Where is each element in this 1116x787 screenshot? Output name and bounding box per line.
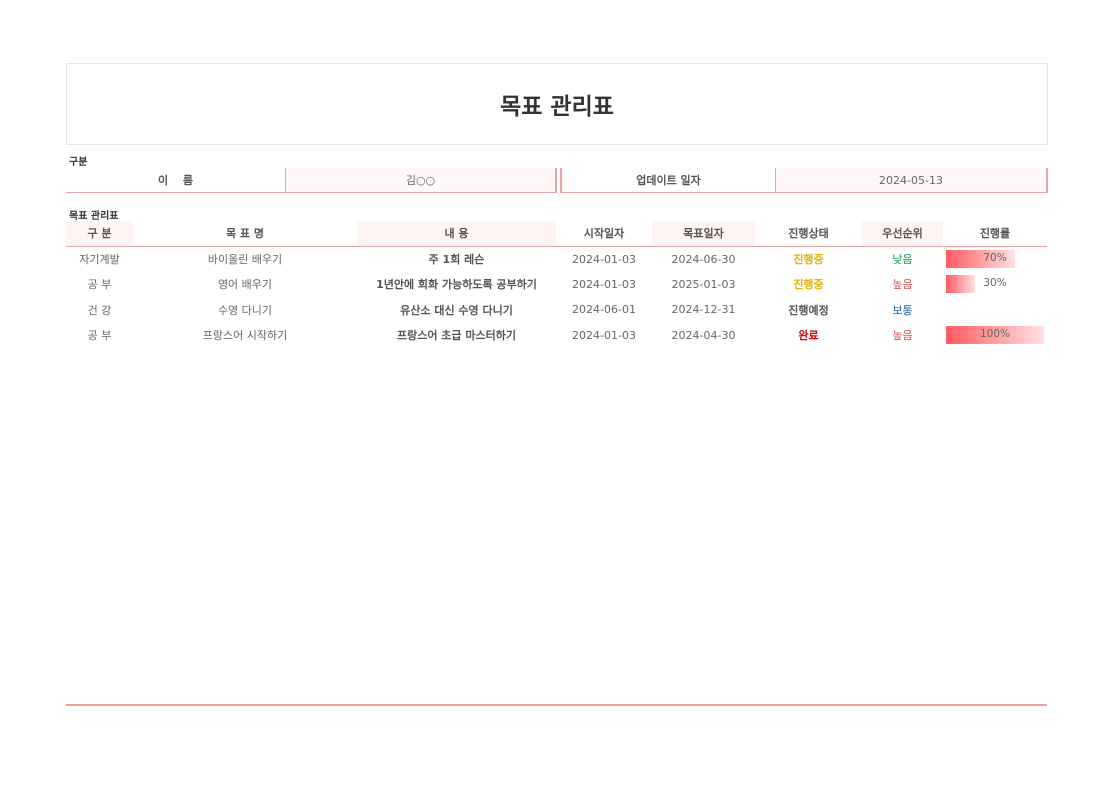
- progress-label: 70%: [983, 252, 1007, 264]
- category-cell: 공 부: [87, 278, 112, 292]
- category-cell: 공 부: [87, 329, 112, 343]
- description-cell: 유산소 대신 수영 다니기: [400, 303, 513, 317]
- status-cell: 진행예정: [788, 303, 829, 317]
- progress-cell: 100%: [943, 323, 1047, 349]
- priority-cell: 높음: [892, 329, 913, 343]
- target-date-cell: 2024-06-30: [671, 252, 736, 266]
- section-label-goals: 목표 관리표: [69, 211, 119, 222]
- goal-name-cell: 수영 다니기: [217, 303, 273, 317]
- target-date-cell: 2025-01-03: [671, 277, 736, 291]
- name-label: 이 름: [66, 168, 285, 193]
- table-row: 자기계발 바이올린 배우기 주 1회 레슨 2024-01-03 2024-06-30 진…: [66, 246, 1047, 272]
- status-cell: 진행중: [793, 278, 824, 292]
- column-header: 진행상태: [755, 221, 862, 247]
- start-date-cell: 2024-01-03: [572, 252, 636, 266]
- page-title: 목표 관리표: [500, 94, 614, 120]
- progress-cell: 30%: [943, 272, 1047, 298]
- column-header: 시작일자: [556, 221, 652, 247]
- goal-name-cell: 바이올린 배우기: [207, 253, 283, 266]
- description-cell: 1년안에 회화 가능하도록 공부하기: [376, 278, 537, 292]
- progress-bar: 100%: [946, 326, 1044, 345]
- target-date-cell: 2024-12-31: [671, 303, 736, 317]
- title-box: 목표 관리표: [66, 63, 1048, 145]
- update-date-label: 업데이트 일자: [560, 168, 775, 193]
- progress-bar: [946, 301, 1044, 319]
- progress-bar: 30%: [946, 275, 1044, 294]
- priority-cell: 높음: [892, 278, 913, 292]
- update-date-value: 2024-05-13: [775, 168, 1048, 193]
- target-date-cell: 2024-04-30: [671, 328, 736, 342]
- priority-cell: 낮음: [892, 253, 913, 266]
- goal-name-cell: 프랑스어 시작하기: [202, 329, 288, 343]
- priority-cell: 보통: [892, 303, 913, 317]
- table-row: 공 부 프랑스어 시작하기 프랑스어 초급 마스터하기 2024-01-03 2024-…: [66, 323, 1047, 349]
- goals-table: 구 분목 표 명내 용 시작일자 목표일자 진행상태 우선순위 진행률 자기계발 바이올린 …: [66, 221, 1047, 348]
- table-row: 공 부 영어 배우기 1년안에 회화 가능하도록 공부하기 2024-01-03 202…: [66, 272, 1047, 298]
- goal-name-cell: 영어 배우기: [217, 278, 273, 292]
- progress-cell: [943, 297, 1047, 323]
- column-header: 우선순위: [862, 221, 943, 247]
- table-row: 건 강 수영 다니기 유산소 대신 수영 다니기 2024-06-01 2024-12-…: [66, 297, 1047, 323]
- description-cell: 주 1회 레슨: [428, 253, 485, 266]
- column-header: 목표일자: [652, 221, 755, 247]
- category-cell: 건 강: [87, 303, 112, 317]
- progress-bar: 70%: [946, 250, 1044, 268]
- progress-cell: 70%: [943, 246, 1047, 272]
- column-header: 구 분: [66, 221, 133, 247]
- column-header: 목 표 명: [133, 221, 357, 247]
- progress-label: 30%: [983, 277, 1007, 290]
- status-cell: 진행중: [793, 253, 824, 266]
- start-date-cell: 2024-06-01: [572, 303, 636, 317]
- section-label-category: 구분: [69, 157, 88, 168]
- category-cell: 자기계발: [79, 253, 120, 266]
- description-cell: 프랑스어 초급 마스터하기: [397, 329, 516, 343]
- start-date-cell: 2024-01-03: [572, 328, 636, 342]
- column-header: 진행률: [943, 221, 1047, 247]
- start-date-cell: 2024-01-03: [572, 277, 636, 291]
- status-cell: 완료: [798, 329, 819, 343]
- name-value: 김○○: [285, 168, 557, 193]
- column-header: 내 용: [357, 221, 556, 247]
- progress-label: 100%: [979, 328, 1011, 341]
- footer-divider: [66, 704, 1047, 706]
